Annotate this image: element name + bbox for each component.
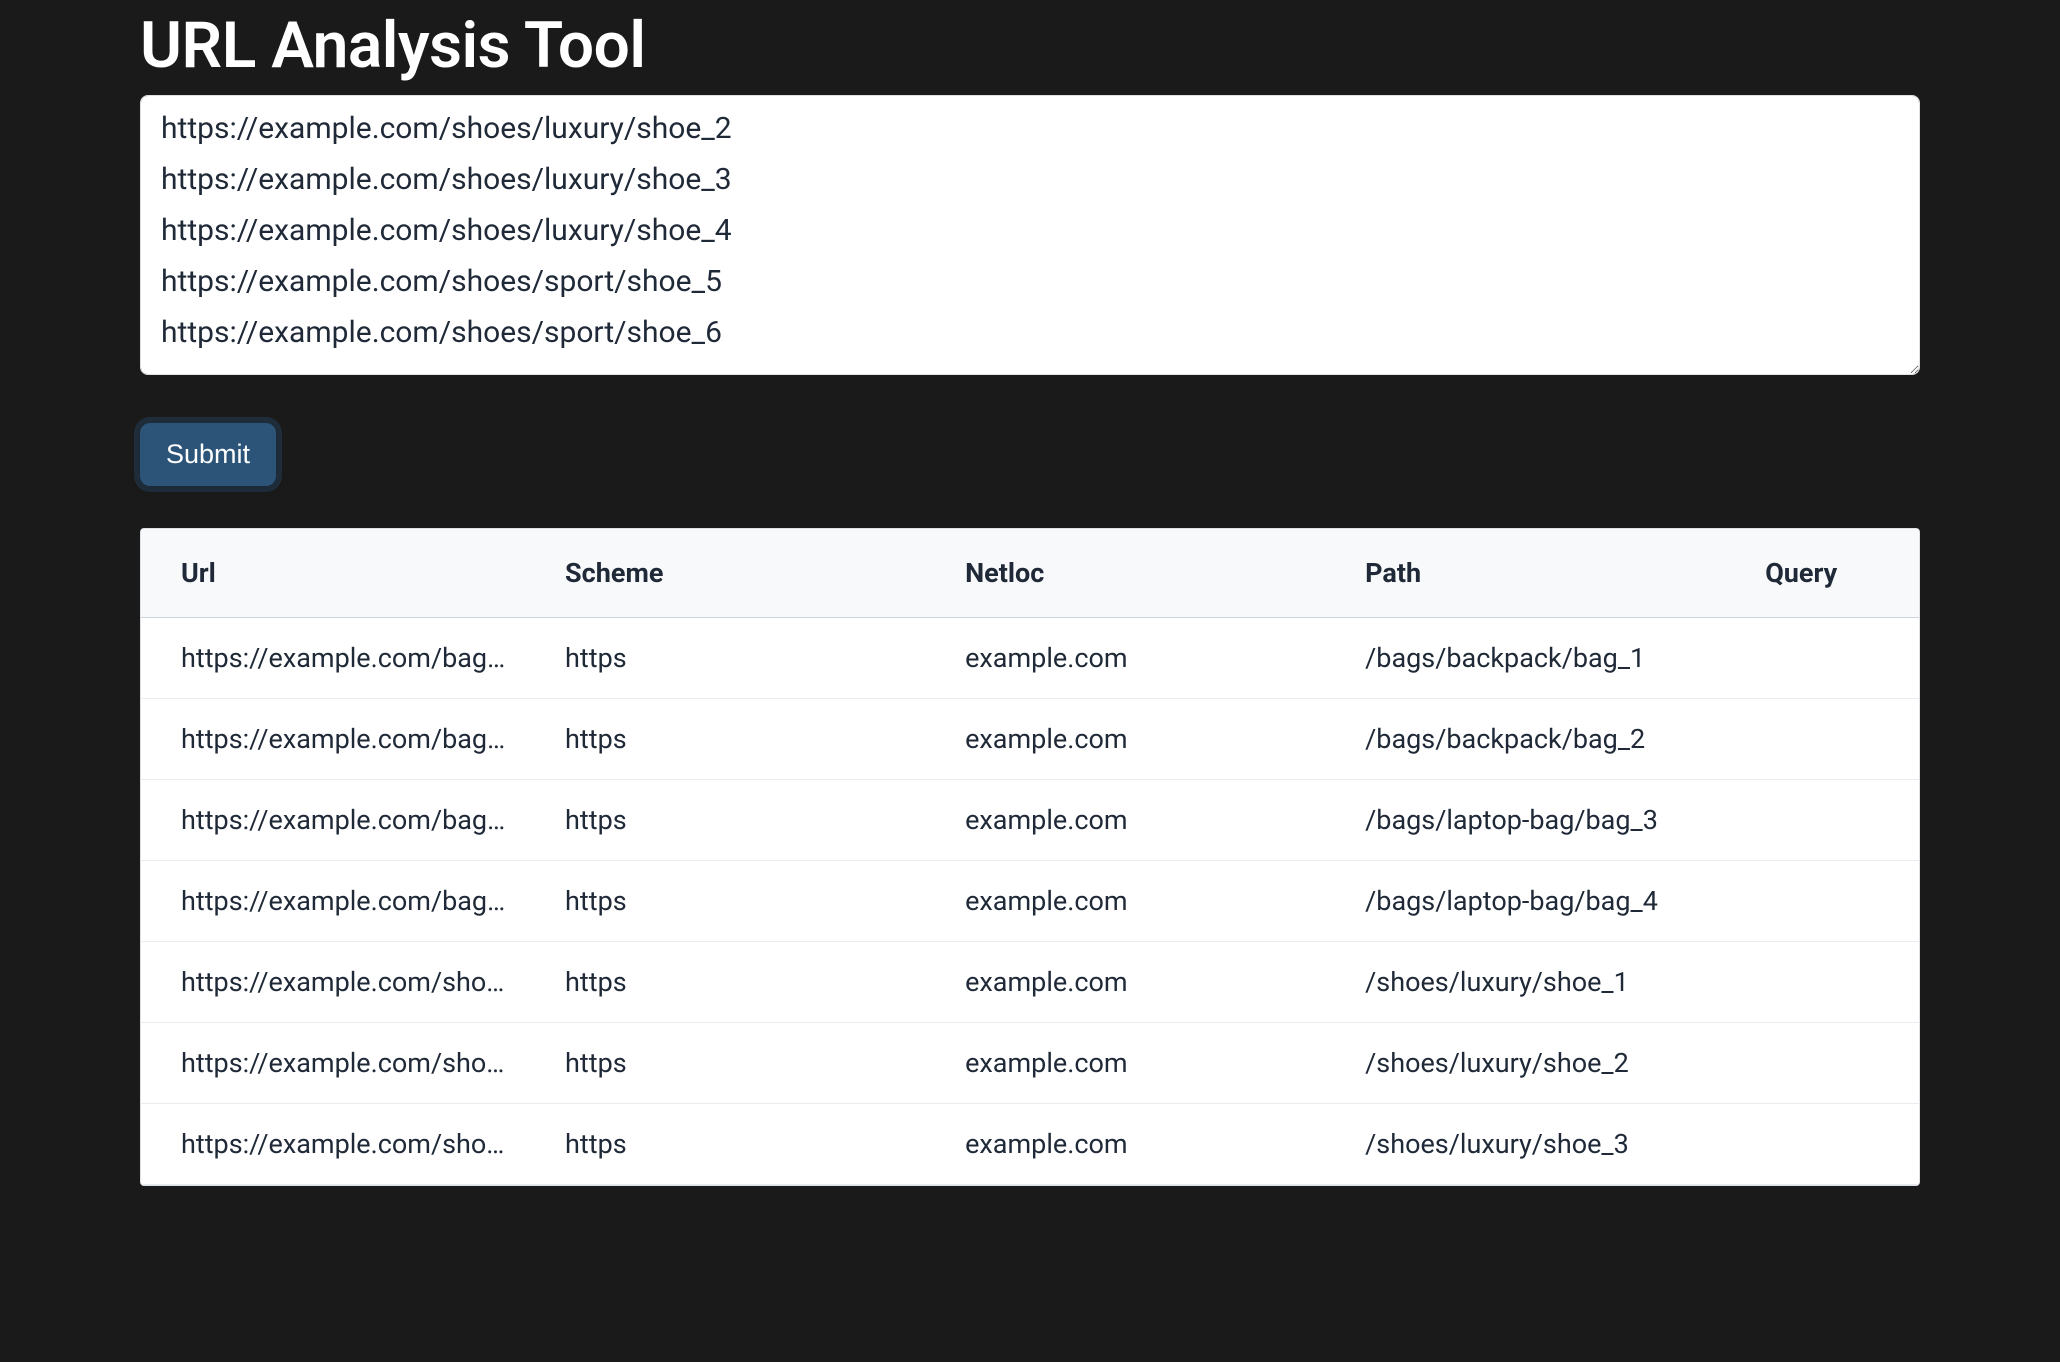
table-cell-netloc: example.com	[941, 942, 1341, 1023]
table-cell-scheme: https	[541, 780, 941, 861]
table-cell-query	[1741, 780, 1919, 861]
table-cell-query	[1741, 942, 1919, 1023]
table-header-path: Path	[1341, 529, 1741, 618]
table-cell-netloc: example.com	[941, 861, 1341, 942]
table-cell-url: https://example.com/bags/laptop-bag/bag_…	[141, 861, 541, 942]
table-cell-path: /bags/laptop-bag/bag_3	[1341, 780, 1741, 861]
table-cell-url: https://example.com/shoes/luxury/shoe_3	[141, 1104, 541, 1185]
table-cell-path: /shoes/luxury/shoe_1	[1341, 942, 1741, 1023]
table-cell-scheme: https	[541, 1023, 941, 1104]
table-header-row: Url Scheme Netloc Path Query	[141, 529, 1919, 618]
table-header-query: Query	[1741, 529, 1919, 618]
table-cell-path: /bags/backpack/bag_1	[1341, 618, 1741, 699]
table-cell-path: /shoes/luxury/shoe_2	[1341, 1023, 1741, 1104]
table-cell-scheme: https	[541, 861, 941, 942]
table-cell-path: /shoes/luxury/shoe_3	[1341, 1104, 1741, 1185]
table-row: https://example.com/bags/backpack/bag_1h…	[141, 618, 1919, 699]
table-cell-url: https://example.com/bags/backpack/bag_1	[141, 618, 541, 699]
table-cell-scheme: https	[541, 618, 941, 699]
table-cell-scheme: https	[541, 699, 941, 780]
table-cell-netloc: example.com	[941, 1023, 1341, 1104]
table-cell-url: https://example.com/bags/backpack/bag_2	[141, 699, 541, 780]
table-cell-url: https://example.com/shoes/luxury/shoe_1	[141, 942, 541, 1023]
table-cell-scheme: https	[541, 1104, 941, 1185]
table-cell-netloc: example.com	[941, 699, 1341, 780]
table-cell-netloc: example.com	[941, 780, 1341, 861]
table-row: https://example.com/bags/laptop-bag/bag_…	[141, 780, 1919, 861]
table-cell-path: /bags/laptop-bag/bag_4	[1341, 861, 1741, 942]
table-cell-url: https://example.com/shoes/luxury/shoe_2	[141, 1023, 541, 1104]
table-cell-query	[1741, 1104, 1919, 1185]
table-row: https://example.com/shoes/luxury/shoe_2h…	[141, 1023, 1919, 1104]
table-header-netloc: Netloc	[941, 529, 1341, 618]
table-cell-netloc: example.com	[941, 1104, 1341, 1185]
table-header-scheme: Scheme	[541, 529, 941, 618]
table-cell-scheme: https	[541, 942, 941, 1023]
table-row: https://example.com/bags/laptop-bag/bag_…	[141, 861, 1919, 942]
results-table: Url Scheme Netloc Path Query https://exa…	[141, 529, 1919, 1185]
table-cell-query	[1741, 861, 1919, 942]
submit-button[interactable]: Submit	[140, 423, 276, 486]
table-cell-path: /bags/backpack/bag_2	[1341, 699, 1741, 780]
table-cell-url: https://example.com/bags/laptop-bag/bag_…	[141, 780, 541, 861]
table-row: https://example.com/shoes/luxury/shoe_1h…	[141, 942, 1919, 1023]
table-cell-query	[1741, 1023, 1919, 1104]
table-cell-query	[1741, 618, 1919, 699]
table-cell-netloc: example.com	[941, 618, 1341, 699]
table-header-url: Url	[141, 529, 541, 618]
page-title: URL Analysis Tool	[140, 0, 1920, 95]
results-table-wrapper: Url Scheme Netloc Path Query https://exa…	[140, 528, 1920, 1186]
table-row: https://example.com/shoes/luxury/shoe_3h…	[141, 1104, 1919, 1185]
url-input-textarea[interactable]	[140, 95, 1920, 375]
table-row: https://example.com/bags/backpack/bag_2h…	[141, 699, 1919, 780]
table-cell-query	[1741, 699, 1919, 780]
